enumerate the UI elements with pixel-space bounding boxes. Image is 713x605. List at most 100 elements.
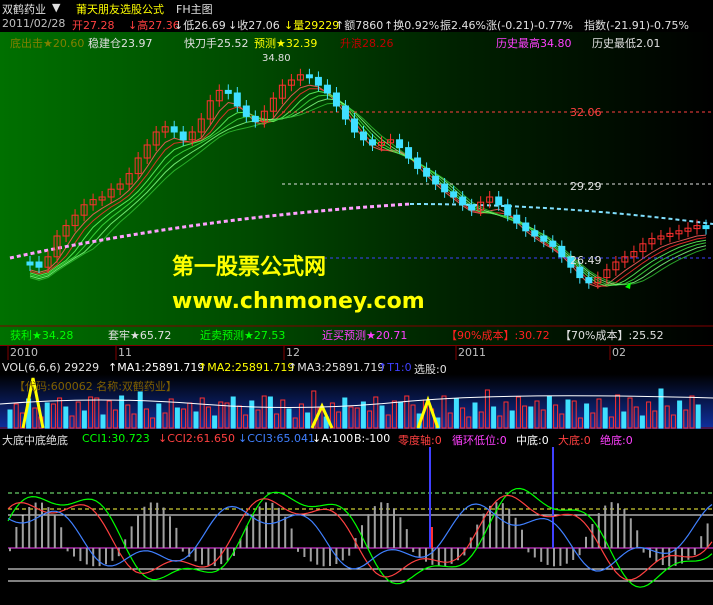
candle-body	[170, 126, 178, 133]
candle-body	[585, 277, 593, 284]
candle-body	[179, 131, 187, 141]
candle-body	[522, 222, 530, 232]
label-sell-forecast: 近卖预测★27.53	[200, 329, 286, 342]
volume-value: VOL(6,6,6) 29229	[2, 361, 100, 374]
volume-bar	[267, 396, 273, 429]
volume-bar	[174, 407, 180, 429]
candle-body	[459, 196, 467, 206]
price-level-29: 29.29	[570, 180, 602, 193]
volume-bar	[584, 403, 590, 429]
candle-body	[369, 139, 377, 146]
volume-ma2: ↑MA2:25891.719	[198, 361, 295, 374]
volume-bar	[193, 411, 199, 429]
volume-bar	[81, 410, 87, 429]
time-axis: 2010 11 12 2011 02	[0, 345, 713, 361]
formula-name-tab[interactable]: 莆天朋友选股公式	[76, 1, 164, 17]
volume-bar	[7, 409, 13, 429]
label-profit: 获利★34.28	[10, 329, 74, 342]
candle-body	[423, 167, 431, 177]
candle-body	[414, 157, 422, 169]
cci-header: 大底中底绝底 CCI1:30.723 ↓CCI2:61.650 ↓CCI3:65…	[0, 431, 713, 447]
quote-high: ↓高27.36	[128, 19, 180, 32]
cci-zero-axis: 零度轴:0	[398, 434, 442, 447]
candle-body	[251, 115, 259, 123]
time-axis-ticks	[7, 346, 611, 360]
volume-bar	[602, 407, 608, 429]
volume-bar	[379, 405, 385, 429]
cci-a-value: ↓A:100	[312, 432, 354, 445]
volume-bar	[695, 404, 701, 429]
price-peak-label: 34.80	[262, 53, 291, 64]
cci-line	[7, 487, 713, 588]
volume-bar	[212, 415, 218, 429]
label-stable-position: 稳建仓23.97	[88, 37, 153, 50]
price-level-32: 32.06	[570, 106, 602, 119]
volume-bar	[639, 415, 645, 429]
candle-body	[350, 118, 358, 133]
cci-line	[7, 503, 713, 572]
candle-body	[513, 214, 521, 224]
candle-body	[441, 183, 449, 193]
volume-bar	[677, 400, 683, 429]
candle-body	[576, 266, 584, 279]
cci-mid-bottom: 中底:0	[516, 434, 549, 447]
candle-body	[468, 204, 476, 211]
volume-bar	[342, 397, 348, 429]
quote-low: ↓低26.69	[174, 19, 226, 32]
candle-body	[305, 74, 313, 79]
volume-bar	[546, 395, 552, 429]
volume-header: VOL(6,6,6) 29229 ↑MA1:25891.719 ↑MA2:258…	[0, 360, 713, 376]
label-trapped: 套牢★65.72	[108, 329, 172, 342]
cci3-value: ↓CCI3:65.041	[238, 432, 316, 445]
volume-bar	[565, 399, 571, 429]
candle-body	[323, 84, 331, 94]
quote-date: 2011/02/28	[2, 17, 66, 30]
watermark-url: www.chnmoney.com	[172, 289, 425, 314]
label-bottom-strike: 底出击★20.60	[10, 37, 85, 50]
candle-body	[405, 147, 413, 159]
volume-bar	[100, 414, 106, 429]
quote-open: 开27.28	[72, 19, 115, 32]
quote-index: 指数(-21.91)-0.75%	[584, 19, 689, 32]
label-history-high: 历史最高34.80	[496, 37, 572, 50]
cci1-value: CCI1:30.723	[82, 432, 150, 445]
quote-close: ↓收27.06	[228, 19, 280, 32]
candle-body	[549, 240, 557, 247]
volume-bar	[360, 401, 366, 429]
stock-name-tab[interactable]: 双鹤药业	[2, 1, 46, 17]
quote-volume: ↓量29229	[284, 19, 340, 32]
label-forecast: 预测★32.39	[254, 37, 318, 50]
candle-body	[396, 139, 404, 149]
cci-chart[interactable]	[0, 447, 713, 605]
main-chart-tab[interactable]: FH主图	[176, 1, 213, 17]
title-bar: 双鹤药业 ▼ 莆天朋友选股公式 FH主图	[0, 0, 713, 16]
candle-body	[432, 175, 440, 185]
candle-body	[450, 191, 458, 198]
volume-bar	[249, 400, 255, 429]
volume-bar	[509, 410, 515, 429]
cci-big-bottom: 大底:0	[558, 434, 591, 447]
candle-body	[531, 230, 539, 237]
quote-turnover: ↑换0.92%	[384, 19, 440, 32]
cci-title: 大底中底绝底	[2, 434, 68, 447]
candle-body	[341, 105, 349, 120]
candle-body	[558, 245, 566, 258]
volume-t1: ↑T1:0	[378, 361, 412, 374]
volume-panel[interactable]: 【代码:600062 名称:双鹤药业】	[0, 374, 713, 429]
volume-bar	[491, 406, 497, 429]
cci-panel[interactable]	[0, 447, 713, 605]
quote-change: 涨(-0.21)-0.77%	[486, 19, 573, 32]
cci-b-value: B:-100	[354, 432, 391, 445]
label-rising-wave: 升浪28.26	[340, 37, 394, 50]
stock-dropdown-icon[interactable]: ▼	[52, 1, 60, 14]
volume-bar	[305, 412, 311, 429]
candle-body	[314, 76, 322, 86]
volume-bar	[658, 388, 664, 429]
candle-body	[242, 105, 250, 117]
label-buy-forecast: 近买预测★20.71	[322, 329, 408, 342]
label-history-low: 历史最低2.01	[592, 37, 661, 50]
main-price-chart[interactable]: 底出击★20.60 稳建仓23.97 快刀手25.52 预测★32.39 升浪2…	[0, 32, 713, 367]
watermark-title: 第一股票公式网	[172, 255, 327, 280]
candle-body	[495, 196, 503, 206]
volume-bar	[472, 402, 478, 429]
